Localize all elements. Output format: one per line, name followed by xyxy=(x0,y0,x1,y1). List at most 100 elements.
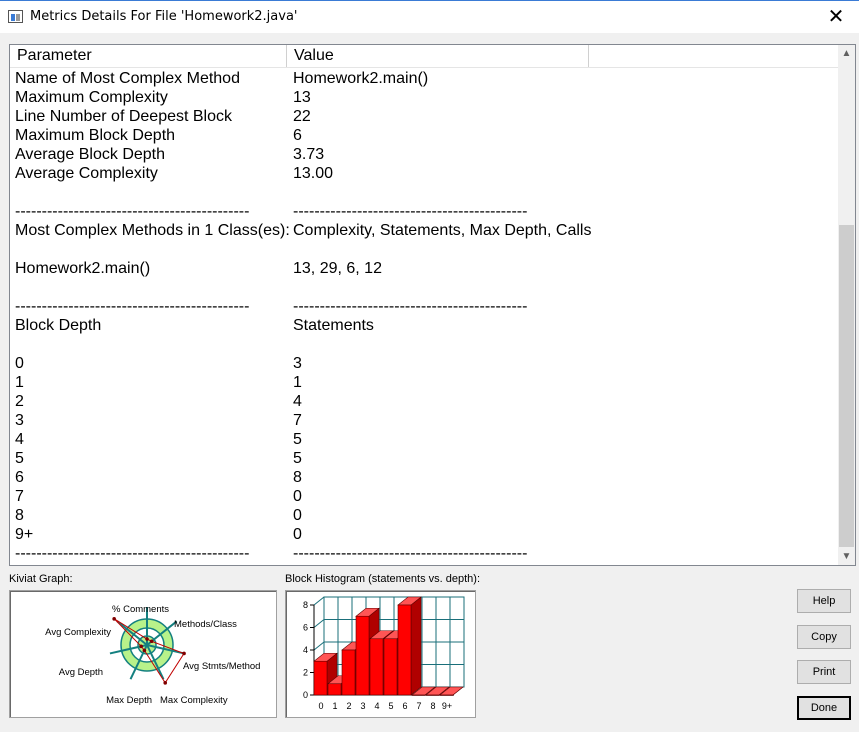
value-cell: 0 xyxy=(293,488,302,505)
parameter-cell: 6 xyxy=(15,469,24,486)
kiviat-value-point xyxy=(142,648,147,653)
column-header-empty[interactable] xyxy=(589,45,838,67)
histogram-bar-side xyxy=(410,596,422,696)
list-row[interactable]: Most Complex Methods in 1 Class(es): Comp… xyxy=(10,221,838,240)
list-row[interactable]: 03 xyxy=(10,354,838,373)
histogram-side-grid xyxy=(313,619,325,628)
histogram-x-tick-label: 6 xyxy=(402,701,407,711)
value-cell: Statements xyxy=(293,317,374,334)
list-row[interactable] xyxy=(10,278,838,297)
kiviat-value-point xyxy=(182,651,186,656)
list-row[interactable]: 55 xyxy=(10,449,838,468)
list-row[interactable] xyxy=(10,240,838,259)
help-button[interactable]: Help xyxy=(797,589,851,613)
histogram-bar-front xyxy=(439,694,454,696)
list-row[interactable]: ----------------------------------------… xyxy=(10,297,838,316)
parameter-cell: 0 xyxy=(15,355,24,372)
value-cell: 5 xyxy=(293,450,302,467)
column-header-parameter[interactable]: Parameter xyxy=(10,45,287,67)
kiviat-value-point xyxy=(145,637,149,641)
value-cell: ----------------------------------------… xyxy=(293,298,528,315)
done-button[interactable]: Done xyxy=(797,696,851,720)
block-histogram: 024680 1 2 3 4 5 6 7 8 9+ xyxy=(303,596,465,711)
value-cell: 13 xyxy=(293,89,311,106)
value-cell: Homework2.main() xyxy=(293,70,429,87)
list-row[interactable]: 45 xyxy=(10,430,838,449)
list-row[interactable]: 9+ 0 xyxy=(10,525,838,544)
histogram-bar-front xyxy=(397,604,412,696)
histogram-y-tick-label: 2 xyxy=(303,668,308,678)
histogram-bar-front xyxy=(425,694,440,696)
histogram-bar-front xyxy=(383,638,398,696)
histogram-bar-front xyxy=(341,649,356,696)
value-cell: 13, 29, 6, 12 xyxy=(293,260,382,277)
scroll-up-arrow[interactable]: ▲ xyxy=(838,45,855,62)
list-row[interactable] xyxy=(10,335,838,354)
list-header: Parameter Value xyxy=(10,45,838,68)
histogram-label: Block Histogram (statements vs. depth): xyxy=(285,573,481,585)
list-row[interactable]: 70 xyxy=(10,487,838,506)
histogram-panel: 0 2 4 6 8 0 1 2 3 4 5 6 7 8 9+ xyxy=(285,590,476,718)
list-row[interactable]: 24 xyxy=(10,392,838,411)
histogram-x-tick-label: 2 xyxy=(346,701,351,711)
value-cell: 0 xyxy=(293,526,302,543)
parameter-cell: 2 xyxy=(15,393,24,410)
value-cell: 3.73 xyxy=(293,146,325,163)
histogram-y-tick-label: 6 xyxy=(303,623,308,633)
histogram-y-tick-label: 4 xyxy=(303,645,308,655)
parameter-cell: 8 xyxy=(15,507,24,524)
value-cell: ----------------------------------------… xyxy=(293,203,528,220)
parameter-cell: 5 xyxy=(15,450,24,467)
list-row[interactable]: Maximum Block Depth 6 xyxy=(10,126,838,145)
histogram-x-tick-label: 5 xyxy=(388,701,393,711)
value-cell: 5 xyxy=(293,431,302,448)
histogram-x-tick-label: 9+ xyxy=(442,701,452,711)
parameter-cell: Block Depth xyxy=(15,317,102,334)
list-row[interactable]: 80 xyxy=(10,506,838,525)
list-row[interactable]: 37 xyxy=(10,411,838,430)
print-button[interactable]: Print xyxy=(797,660,851,684)
parameter-cell: Line Number of Deepest Block xyxy=(15,108,232,125)
parameter-cell: ----------------------------------------… xyxy=(15,545,250,562)
list-row[interactable]: Homework2.main() 13, 29, 6, 12 xyxy=(10,259,838,278)
kiviat-axis-label: Max Depth xyxy=(106,695,152,706)
scroll-down-arrow[interactable]: ▼ xyxy=(838,548,855,565)
column-header-value[interactable]: Value xyxy=(287,45,589,67)
list-rows: Name of Most Complex Method Homework2.mai… xyxy=(10,69,838,563)
list-row[interactable]: ----------------------------------------… xyxy=(10,544,838,563)
copy-button[interactable]: Copy xyxy=(797,625,851,649)
histogram-bar xyxy=(397,596,422,696)
kiviat-value-point xyxy=(149,639,154,644)
parameter-cell: Most Complex Methods in 1 Class(es): xyxy=(15,222,290,239)
close-button[interactable]: ✕ xyxy=(813,1,859,33)
parameter-cell: 4 xyxy=(15,431,24,448)
scrollbar-thumb[interactable] xyxy=(839,225,854,547)
kiviat-graph: % Comments Methods/Class Avg Stmts/Method M… xyxy=(45,604,260,706)
kiviat-axis-label: Avg Depth xyxy=(59,667,103,678)
parameter-cell: Average Block Depth xyxy=(15,146,166,163)
histogram-bar-front xyxy=(327,683,342,696)
histogram-x-tick-label: 4 xyxy=(374,701,379,711)
list-row[interactable]: ----------------------------------------… xyxy=(10,202,838,221)
app-icon xyxy=(8,10,23,23)
histogram-side-grid xyxy=(313,641,325,651)
vertical-scrollbar[interactable]: ▲ ▼ xyxy=(838,45,855,565)
value-cell: 3 xyxy=(293,355,302,372)
value-cell: 6 xyxy=(293,127,302,144)
kiviat-axis-label: % Comments xyxy=(112,604,169,615)
list-row[interactable]: Average Block Depth 3.73 xyxy=(10,145,838,164)
parameter-cell: Average Complexity xyxy=(15,165,158,182)
list-row[interactable]: Block Depth Statements xyxy=(10,316,838,335)
list-row[interactable]: Maximum Complexity 13 xyxy=(10,88,838,107)
histogram-side-grid xyxy=(313,596,325,606)
list-row[interactable]: 11 xyxy=(10,373,838,392)
list-row[interactable]: Name of Most Complex Method Homework2.mai… xyxy=(10,69,838,88)
list-row[interactable]: 68 xyxy=(10,468,838,487)
value-cell: 8 xyxy=(293,469,302,486)
metrics-list[interactable]: Parameter Value Name of Most Complex Met… xyxy=(9,44,856,566)
list-row[interactable]: Average Complexity 13.00 xyxy=(10,164,838,183)
histogram-x-tick-label: 3 xyxy=(360,701,365,711)
title-bar: Metrics Details For File 'Homework2.java… xyxy=(0,0,859,33)
list-row[interactable]: Line Number of Deepest Block 22 xyxy=(10,107,838,126)
list-row[interactable] xyxy=(10,183,838,202)
